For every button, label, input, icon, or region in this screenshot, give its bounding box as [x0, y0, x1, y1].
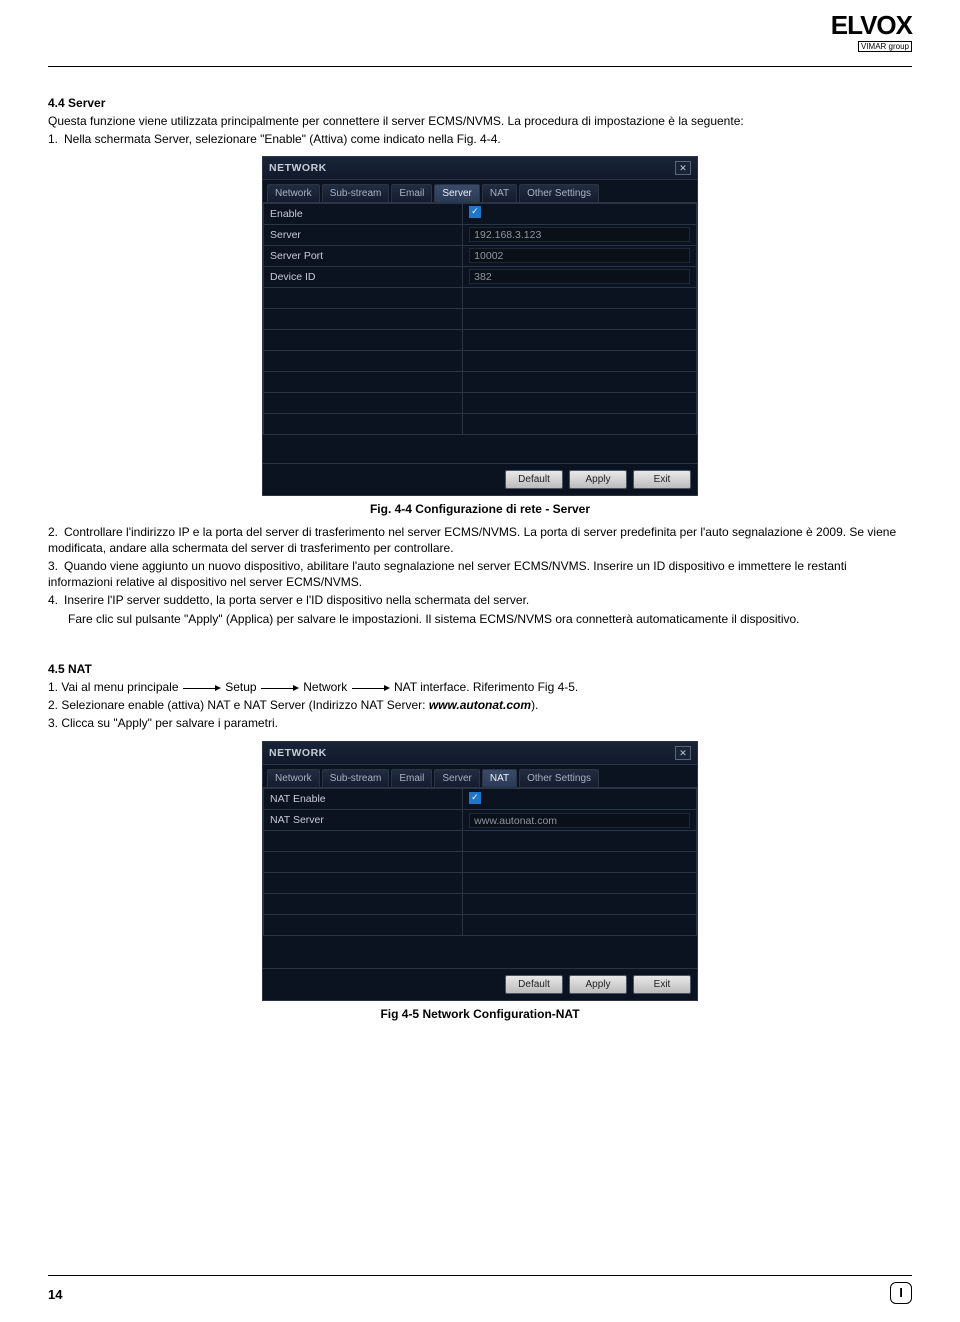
tab-network[interactable]: Network [267, 184, 320, 202]
server-intro: Questa funzione viene utilizzata princip… [48, 113, 912, 129]
server-field[interactable]: 192.168.3.123 [469, 227, 690, 242]
arrow-icon [183, 685, 221, 691]
row-server-port: Server Port 10002 [264, 245, 697, 266]
server-step-3: 3.Quando viene aggiunto un nuovo disposi… [48, 558, 912, 590]
server-settings-table: Enable Server 192.168.3.123 Server Port … [263, 203, 697, 435]
exit-button[interactable]: Exit [633, 470, 691, 489]
window-title: NETWORK [269, 162, 327, 174]
default-button[interactable]: Default [505, 975, 563, 994]
arrow-icon [261, 685, 299, 691]
server-caption: Fig. 4-4 Configurazione di rete - Server [48, 502, 912, 516]
row-device-id: Device ID 382 [264, 266, 697, 287]
apply-button[interactable]: Apply [569, 470, 627, 489]
nat-caption: Fig 4-5 Network Configuration-NAT [48, 1007, 912, 1021]
nat-line-1: 1. Vai al menu principale Setup Network … [48, 679, 912, 695]
network-server-window: NETWORK ✕ Network Sub-stream Email Serve… [262, 156, 698, 496]
page-number: 14 [48, 1287, 62, 1302]
nat-line-2: 2. Selezionare enable (attiva) NAT e NAT… [48, 697, 912, 713]
server-port-field[interactable]: 10002 [469, 248, 690, 263]
nat-heading: 4.5 NAT [48, 661, 912, 677]
nat-settings-table: NAT Enable NAT Server www.autonat.com [263, 788, 697, 936]
default-button[interactable]: Default [505, 470, 563, 489]
close-icon[interactable]: ✕ [675, 746, 691, 760]
tab-other[interactable]: Other Settings [519, 769, 599, 787]
header-rule [48, 66, 912, 67]
server-step-1: 1.Nella schermata Server, selezionare "E… [48, 131, 912, 147]
row-nat-enable: NAT Enable [264, 789, 697, 810]
server-step-4a: 4.Inserire l'IP server suddetto, la port… [48, 592, 912, 608]
apply-button[interactable]: Apply [569, 975, 627, 994]
enable-checkbox[interactable] [469, 206, 481, 218]
tab-email[interactable]: Email [391, 769, 432, 787]
tabs-bar: Network Sub-stream Email Server NAT Othe… [263, 765, 697, 788]
logo-subtext: VIMAR group [858, 41, 912, 52]
tab-server[interactable]: Server [434, 769, 479, 787]
nat-enable-checkbox[interactable] [469, 792, 481, 804]
server-heading: 4.4 Server [48, 95, 912, 111]
arrow-icon [352, 685, 390, 691]
row-enable: Enable [264, 203, 697, 224]
logo-text: ELVOX [831, 12, 912, 38]
tab-substream[interactable]: Sub-stream [322, 184, 390, 202]
server-step-4b: Fare clic sul pulsante "Apply" (Applica)… [48, 611, 912, 627]
window-title: NETWORK [269, 747, 327, 759]
exit-button[interactable]: Exit [633, 975, 691, 994]
close-icon[interactable]: ✕ [675, 161, 691, 175]
device-id-field[interactable]: 382 [469, 269, 690, 284]
nat-server-field[interactable]: www.autonat.com [469, 813, 690, 828]
tab-substream[interactable]: Sub-stream [322, 769, 390, 787]
tab-server[interactable]: Server [434, 184, 479, 202]
footer-rule [48, 1275, 912, 1276]
tabs-bar: Network Sub-stream Email Server NAT Othe… [263, 180, 697, 203]
tab-network[interactable]: Network [267, 769, 320, 787]
brand-logo: ELVOX VIMAR group [831, 12, 912, 52]
tab-other[interactable]: Other Settings [519, 184, 599, 202]
row-nat-server: NAT Server www.autonat.com [264, 810, 697, 831]
network-nat-window: NETWORK ✕ Network Sub-stream Email Serve… [262, 741, 698, 1001]
page-lang-badge: I [890, 1282, 912, 1304]
nat-line-3: 3. Clicca su "Apply" per salvare i param… [48, 715, 912, 731]
row-server: Server 192.168.3.123 [264, 224, 697, 245]
tab-email[interactable]: Email [391, 184, 432, 202]
tab-nat[interactable]: NAT [482, 184, 517, 202]
server-step-2: 2.Controllare l'indirizzo IP e la porta … [48, 524, 912, 556]
tab-nat[interactable]: NAT [482, 769, 517, 787]
